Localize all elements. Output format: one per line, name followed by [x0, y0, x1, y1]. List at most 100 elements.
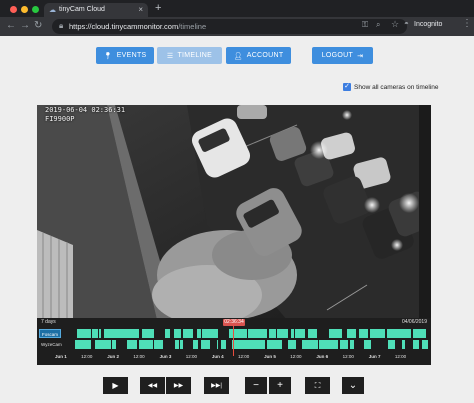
recording-segment[interactable] — [175, 340, 179, 349]
recording-segment[interactable] — [347, 329, 350, 338]
recording-segment[interactable] — [368, 340, 371, 349]
recording-segment[interactable] — [389, 340, 395, 349]
show-all-cameras-checkbox[interactable]: ✓ — [343, 83, 351, 91]
maximize-window-button[interactable] — [32, 6, 39, 13]
recording-segment[interactable] — [201, 340, 207, 349]
camera-video[interactable]: 2019-06-04 02:36:31 FI9900P — [37, 105, 431, 320]
recording-segment[interactable] — [111, 329, 116, 338]
recording-segment[interactable] — [365, 340, 368, 349]
recording-segment[interactable] — [414, 329, 417, 338]
recording-segment[interactable] — [176, 329, 177, 338]
recording-segment[interactable] — [350, 340, 354, 349]
recording-segment[interactable] — [359, 329, 363, 338]
recording-segment[interactable] — [408, 329, 411, 338]
recording-segment[interactable] — [237, 329, 239, 338]
recording-segment[interactable] — [322, 340, 328, 349]
recording-segment[interactable] — [92, 329, 95, 338]
recording-segment[interactable] — [329, 329, 332, 338]
recording-segment[interactable] — [183, 329, 189, 338]
recording-segment[interactable] — [207, 340, 210, 349]
recording-segment[interactable] — [423, 329, 426, 338]
recording-segment[interactable] — [288, 340, 294, 349]
recording-segment[interactable] — [136, 329, 139, 338]
recording-segment[interactable] — [77, 340, 82, 349]
star-icon[interactable]: ☆ — [391, 19, 399, 30]
recording-segment[interactable] — [291, 329, 294, 338]
lock-icon[interactable]: 🔒︎ — [59, 21, 63, 31]
recording-segment[interactable] — [279, 329, 285, 338]
recording-segment[interactable] — [126, 329, 130, 338]
recording-segment[interactable] — [332, 329, 338, 338]
recording-segment[interactable] — [142, 329, 145, 338]
recording-segment[interactable] — [295, 329, 299, 338]
recording-segment[interactable] — [77, 329, 78, 338]
recording-segment[interactable] — [221, 340, 226, 349]
recording-segment[interactable] — [242, 329, 247, 338]
recording-segment[interactable] — [116, 329, 117, 338]
recording-segment[interactable] — [422, 340, 428, 349]
recording-segment[interactable] — [319, 340, 322, 349]
recording-segment[interactable] — [308, 329, 314, 338]
recording-segment[interactable] — [99, 329, 101, 338]
recording-segment[interactable] — [342, 340, 348, 349]
recording-segment[interactable] — [310, 340, 312, 349]
recording-segment[interactable] — [208, 329, 214, 338]
address-bar[interactable]: 🔒︎ https://cloud.tinycammonitor.com/time… — [52, 19, 407, 34]
timeline[interactable]: 7 days 04/06/2019 02:36:34 Foscam WyzeCa… — [37, 318, 431, 365]
recording-segment[interactable] — [387, 329, 391, 338]
show-all-cameras-option[interactable]: ✓ Show all cameras on timeline — [343, 83, 439, 91]
recording-segment[interactable] — [87, 329, 91, 338]
recording-segment[interactable] — [350, 329, 355, 338]
zoom-out-button[interactable]: − — [245, 377, 267, 394]
recording-segment[interactable] — [314, 329, 317, 338]
recording-segment[interactable] — [398, 329, 404, 338]
recording-segment[interactable] — [103, 340, 107, 349]
recording-segment[interactable] — [97, 340, 102, 349]
recording-segment[interactable] — [383, 329, 385, 338]
recording-segment[interactable] — [102, 340, 103, 349]
timeline-playhead[interactable] — [233, 326, 234, 356]
recording-segment[interactable] — [127, 340, 132, 349]
recording-segment[interactable] — [367, 329, 368, 338]
recording-segment[interactable] — [252, 329, 255, 338]
recording-segment[interactable] — [177, 329, 181, 338]
logout-button[interactable]: LOGOUT ⇥ — [312, 47, 373, 64]
recording-segment[interactable] — [189, 329, 193, 338]
recording-segment[interactable] — [340, 340, 342, 349]
recording-segment[interactable] — [413, 329, 414, 338]
recording-segment[interactable] — [180, 340, 183, 349]
menu-icon[interactable]: ⋮ — [462, 18, 472, 29]
recording-segment[interactable] — [404, 329, 405, 338]
recording-segment[interactable] — [273, 340, 279, 349]
recording-segment[interactable] — [158, 340, 163, 349]
recording-segment[interactable] — [255, 340, 261, 349]
recording-segment[interactable] — [95, 340, 96, 349]
recording-segment[interactable] — [264, 329, 267, 338]
recording-segment[interactable] — [107, 340, 111, 349]
recording-segment[interactable] — [155, 340, 158, 349]
recording-segment[interactable] — [248, 329, 252, 338]
recording-segment[interactable] — [96, 340, 97, 349]
recording-segment[interactable] — [405, 329, 408, 338]
recording-segment[interactable] — [328, 340, 333, 349]
recording-segment[interactable] — [302, 340, 303, 349]
recording-segment[interactable] — [95, 329, 98, 338]
recording-segment[interactable] — [270, 340, 273, 349]
recording-segment[interactable] — [376, 329, 382, 338]
recording-segment[interactable] — [303, 340, 309, 349]
recording-segment[interactable] — [214, 329, 218, 338]
recording-segment[interactable] — [139, 340, 140, 349]
recording-segment[interactable] — [147, 340, 153, 349]
reload-icon[interactable]: ↻ — [34, 19, 42, 33]
recording-segment[interactable] — [312, 340, 318, 349]
minimize-window-button[interactable] — [21, 6, 28, 13]
recording-segment[interactable] — [238, 340, 242, 349]
recording-segment[interactable] — [145, 329, 147, 338]
recording-segment[interactable] — [309, 340, 310, 349]
rewind-button[interactable]: ◀◀ — [140, 377, 165, 394]
timeline-row-wyzecam[interactable]: WyzeCam — [39, 340, 429, 349]
fast-forward-button[interactable]: ▶▶ — [166, 377, 191, 394]
recording-segment[interactable] — [333, 340, 337, 349]
zoom-icon[interactable]: ⌕ — [376, 20, 380, 30]
recording-segment[interactable] — [355, 329, 356, 338]
